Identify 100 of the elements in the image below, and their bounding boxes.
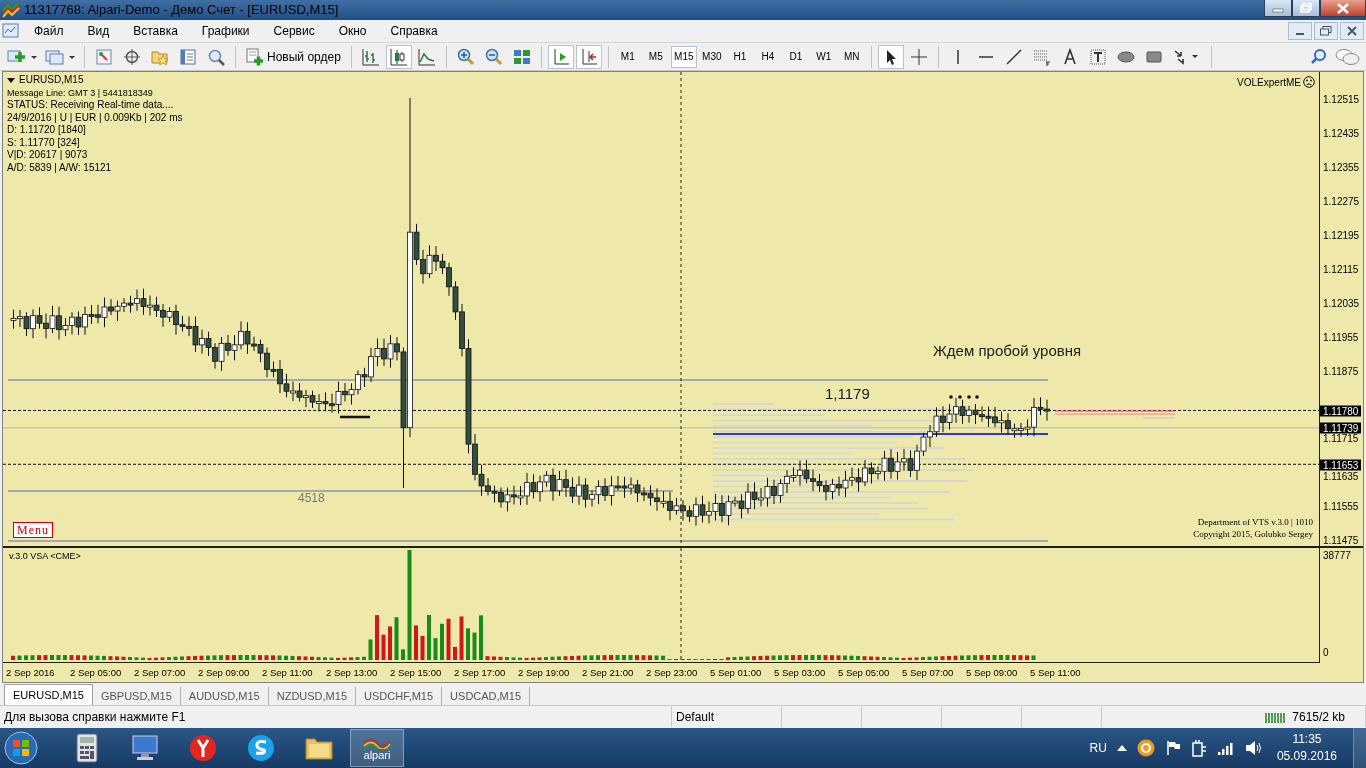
clock-date[interactable]: 05.09.2016 — [1276, 748, 1337, 765]
price-tick: 1.12435 — [1323, 127, 1360, 139]
alpari-taskbar-button[interactable]: alpari — [350, 729, 404, 767]
show-hidden-icons-icon[interactable] — [1116, 744, 1127, 752]
restore-button[interactable] — [1314, 21, 1338, 40]
close-button[interactable] — [1320, 0, 1366, 17]
time-label: 2 Sep 19:00 — [518, 666, 571, 678]
speaker-icon[interactable] — [1244, 740, 1263, 756]
restore-icon[interactable] — [1320, 25, 1332, 36]
info-line: STATUS: Receiving Real-time data.... — [7, 99, 175, 112]
price-tick: 1.12195 — [1323, 229, 1360, 241]
credit-text: Department of VTS v.3.0 | 1010 — [1197, 517, 1313, 528]
time-label: 2 Sep 21:00 — [582, 666, 635, 678]
app-logo-icon — [2, 1, 20, 18]
chart-tab[interactable]: EURUSD,M15 — [4, 684, 93, 706]
candlestick-chart-icon[interactable] — [385, 44, 412, 69]
time-label: 2 Sep 15:00 — [390, 666, 443, 678]
traffic-text: 7615/2 kb — [1292, 710, 1345, 725]
ring-app-icon[interactable] — [1136, 739, 1155, 757]
price-tick: 1.12275 — [1323, 195, 1360, 207]
price-tick: 1.11955 — [1323, 331, 1359, 343]
window-title: 11317768: Alpari-Demo - Демо Счет - [EURUSD,M15] — [24, 2, 339, 18]
time-label: 5 Sep 03:00 — [774, 666, 827, 678]
menu-item[interactable]: Сервис — [261, 23, 327, 38]
chart-tab[interactable]: GBPUSD,M15 — [92, 687, 181, 706]
expert-name: VOLExpertME — [1237, 76, 1301, 88]
cursor-icon[interactable] — [877, 44, 904, 69]
chart-tab[interactable]: USDCAD,M15 — [442, 687, 530, 706]
power-plug-icon[interactable] — [1190, 739, 1207, 757]
time-label: 2 Sep 07:00 — [134, 666, 187, 678]
indicator-title: v.3.0 VSA <CME> — [9, 551, 81, 562]
scale-label: 38777 — [1323, 550, 1352, 562]
menu-item[interactable]: Справка — [378, 23, 450, 38]
timeframe-button[interactable]: H4 — [754, 45, 781, 68]
marker-line — [340, 416, 370, 419]
chart-shift-icon[interactable] — [575, 44, 602, 69]
timeframe-button[interactable]: D1 — [782, 45, 809, 68]
price-tick: 1.11715 — [1323, 432, 1359, 444]
price-tick: 1.12035 — [1323, 297, 1360, 309]
timeframe-button[interactable]: M30 — [698, 45, 725, 68]
timeframe-button[interactable]: W1 — [810, 45, 837, 68]
price-marker: 1.11739 — [1320, 422, 1362, 434]
language-indicator[interactable]: RU — [1089, 741, 1107, 755]
time-label: 2 Sep 23:00 — [646, 666, 699, 678]
info-line: V|D: 20617 | 9073 — [7, 149, 89, 162]
restore-button[interactable] — [1292, 0, 1320, 17]
time-label: 5 Sep 09:00 — [966, 666, 1019, 678]
timeframe-button[interactable]: M15 — [670, 45, 697, 68]
scale-label: 0 — [1323, 647, 1330, 659]
info-line: S: 1.11770 [324] — [7, 136, 81, 150]
timeframe-button[interactable]: H1 — [726, 45, 753, 68]
time-label: 2 Sep 2016 — [6, 666, 56, 678]
timeframe-button[interactable]: M1 — [614, 45, 641, 68]
minimize-button[interactable] — [1264, 0, 1292, 17]
chart-tab[interactable]: NZDUSD,M15 — [268, 687, 357, 706]
menu-item[interactable]: Окно — [326, 23, 379, 38]
price-tick: 1.11475 — [1323, 534, 1359, 546]
price-tick: 1.12115 — [1323, 263, 1359, 275]
time-label: 2 Sep 09:00 — [198, 666, 251, 678]
auto-scroll-icon[interactable] — [547, 44, 574, 69]
status-text: Для вызова справки нажмите F1 — [4, 710, 186, 725]
signal-strength-icon[interactable] — [1216, 741, 1235, 755]
close-button[interactable] — [1340, 21, 1364, 40]
chat-icon[interactable] — [1334, 47, 1360, 66]
close-icon[interactable] — [1347, 25, 1357, 36]
menu-item[interactable]: Файл — [22, 23, 76, 38]
clock-time[interactable]: 11:35 — [1292, 731, 1322, 748]
new-order-icon[interactable] — [246, 47, 264, 66]
chart-tab[interactable]: AUDUSD,M15 — [180, 687, 269, 706]
menu-item[interactable]: Вид — [75, 23, 122, 38]
new-order-button[interactable]: Новый ордер — [242, 44, 345, 69]
timeframe-button[interactable]: MN — [838, 45, 865, 68]
dropdown-triangle-icon[interactable] — [7, 77, 15, 84]
menu-button[interactable]: Menu — [13, 522, 53, 539]
symbol-label: EURUSD,M15 — [19, 74, 84, 87]
price-marker: 1.11653 — [1320, 459, 1362, 471]
chart-tab[interactable]: USDCHF,M15 — [356, 687, 443, 706]
price-tick: 1.11555 — [1323, 500, 1359, 512]
timeframe-button[interactable]: M5 — [642, 45, 669, 68]
price-tick: 1.12515 — [1323, 93, 1360, 105]
count-label: 4518 — [298, 491, 325, 506]
info-line: D: 1.11720 [1840] — [7, 124, 87, 137]
minimize-button[interactable] — [1288, 21, 1312, 40]
level-label: 1,1179 — [825, 385, 870, 403]
price-tick: 1.11635 — [1323, 470, 1359, 482]
time-label: 2 Sep 17:00 — [454, 666, 507, 678]
search-icon[interactable] — [1310, 47, 1328, 66]
chart-window-icon — [0, 21, 22, 40]
info-line: A/D: 5839 | A/W: 15121 — [7, 161, 113, 175]
credit-text: Copyright 2015, Golubko Sergey — [1193, 529, 1313, 540]
profile-name: Default — [676, 710, 715, 725]
price-marker: 1.11780 — [1320, 405, 1362, 417]
time-label: 5 Sep 11:00 — [1030, 666, 1082, 678]
info-line: Message Line: GMT 3 | 5441818349 — [7, 86, 154, 100]
time-label: 2 Sep 13:00 — [326, 666, 379, 678]
menu-item[interactable]: Вставка — [121, 23, 190, 38]
sad-face-icon — [1303, 76, 1315, 89]
flag-icon[interactable] — [1164, 740, 1181, 756]
menu-item[interactable]: Графики — [189, 23, 262, 38]
time-label: 5 Sep 07:00 — [902, 666, 955, 678]
